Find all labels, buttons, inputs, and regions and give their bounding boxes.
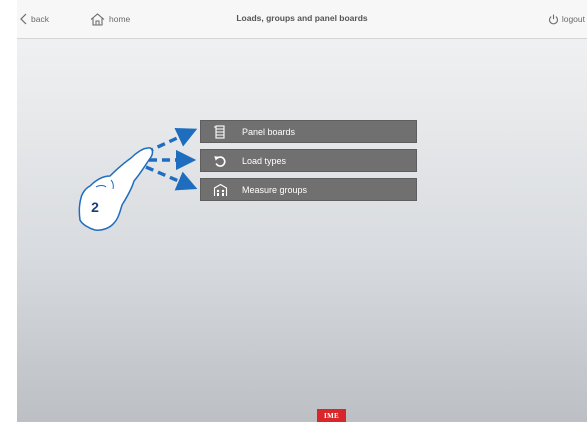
load-types-button[interactable]: Load types — [200, 149, 417, 172]
measure-group-icon — [212, 182, 228, 198]
app-screen: back home Loads, groups and panel boards… — [17, 0, 587, 422]
measure-groups-label: Measure groups — [242, 184, 308, 195]
measure-groups-button[interactable]: Measure groups — [200, 178, 417, 201]
panel-board-icon — [212, 124, 228, 140]
power-icon — [548, 14, 559, 25]
top-navigation-bar: back home Loads, groups and panel boards… — [17, 0, 587, 39]
load-types-label: Load types — [242, 155, 287, 166]
ime-logo: IME — [317, 409, 346, 422]
logout-button[interactable]: logout — [548, 11, 585, 27]
page-title: Loads, groups and panel boards — [236, 13, 368, 23]
panel-boards-label: Panel boards — [242, 126, 296, 137]
main-menu: Panel boards Load types Measure groups — [200, 120, 417, 207]
panel-boards-button[interactable]: Panel boards — [200, 120, 417, 143]
undo-arrow-icon — [212, 153, 228, 169]
logout-label: logout — [561, 14, 585, 24]
